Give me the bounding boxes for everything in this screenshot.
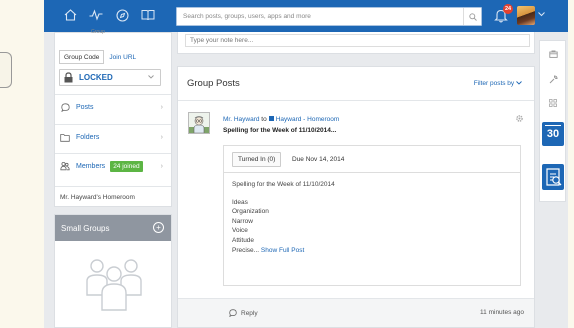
lock-status-dropdown[interactable]: LOCKED	[59, 69, 161, 86]
post-body-title: Spelling for the Week of 11/10/2014	[232, 181, 335, 188]
left-gutter	[0, 0, 44, 328]
lock-icon	[64, 72, 73, 83]
gear-icon[interactable]	[515, 114, 525, 124]
post-body: Spelling for the Week of 11/10/2014 Idea…	[223, 173, 521, 286]
book-icon[interactable]	[140, 7, 156, 23]
top-navigation-bar: Search posts, groups, users, apps and mo…	[44, 0, 568, 32]
group-posts-panel: Group Posts Filter posts by Mr. Hayward …	[177, 66, 535, 328]
chevron-right-icon: ›	[160, 162, 163, 170]
members-joined-badge: 24 joined	[110, 160, 143, 172]
filter-posts-dropdown[interactable]: Filter posts by	[474, 80, 522, 87]
group-sidebar: Group Group Code Join URL LOCKED Posts ›…	[54, 29, 172, 207]
spelling-word: Organization	[232, 208, 269, 216]
post-group-link[interactable]: Hayward - Homeroom	[276, 116, 340, 123]
chevron-down-icon[interactable]	[538, 12, 546, 18]
folder-icon	[60, 132, 70, 142]
quiz-search-icon[interactable]	[542, 164, 564, 190]
sidebar-item-label: Folders	[76, 133, 100, 141]
apps-grid-icon[interactable]	[548, 98, 558, 108]
activity-icon[interactable]	[88, 7, 104, 23]
group-label: Group	[91, 29, 105, 35]
chevron-right-icon: ›	[160, 133, 163, 141]
due-date: Due Nov 14, 2014	[292, 156, 345, 163]
small-groups-header: Small Groups +	[55, 215, 171, 241]
speech-bubble-icon	[60, 102, 70, 112]
home-icon[interactable]	[62, 7, 78, 23]
search-icon	[468, 12, 477, 21]
reply-button[interactable]: Reply	[229, 309, 258, 317]
group-tabs: Group Code Join URL	[59, 50, 142, 64]
wrench-icon[interactable]	[548, 74, 558, 84]
filter-posts-label: Filter posts by	[473, 80, 515, 87]
speech-bubble-icon	[229, 309, 237, 317]
lock-status-label: LOCKED	[79, 73, 113, 82]
sidebar-item-folders[interactable]: Folders ›	[55, 124, 171, 149]
post-headline: Spelling for the Week of 11/10/2014...	[223, 127, 337, 134]
sidebar-item-members[interactable]: Members 24 joined ›	[55, 153, 171, 178]
notification-count-badge: 24	[503, 4, 513, 14]
tab-join-url[interactable]: Join URL	[104, 50, 142, 64]
show-full-post-link[interactable]: Show Full Post	[261, 247, 304, 254]
tab-group-code[interactable]: Group Code	[59, 50, 105, 64]
sidebar-item-posts[interactable]: Posts ›	[55, 94, 171, 119]
right-gutter	[568, 0, 574, 328]
note-composer: Type your note here...	[177, 32, 535, 54]
group-posts-header: Group Posts Filter posts by	[178, 67, 534, 101]
group-color-square	[268, 116, 274, 121]
post-author-link[interactable]: Mr. Hayward	[223, 116, 259, 123]
tools-column: 30	[539, 40, 566, 202]
spelling-word: Attitude	[232, 236, 255, 244]
reply-label: Reply	[241, 309, 258, 317]
user-avatar[interactable]	[517, 6, 535, 25]
drawer-handle[interactable]	[0, 52, 12, 88]
group-name[interactable]: Mr. Hayward's Homeroom	[55, 186, 171, 207]
spelling-word-last: Precise... Show Full Post	[232, 246, 520, 256]
people-group-icon	[86, 259, 142, 311]
calendar-day: 30	[546, 128, 560, 140]
spelling-word: Voice	[232, 227, 248, 235]
sidebar-item-label: Posts	[76, 103, 94, 111]
assignment-box: Turned In (0) Due Nov 14, 2014	[223, 145, 521, 173]
sidebar-item-label: Members	[76, 162, 106, 170]
add-small-group-icon[interactable]: +	[153, 222, 164, 233]
backpack-icon[interactable]	[548, 49, 558, 59]
note-input[interactable]: Type your note here...	[185, 34, 530, 47]
chevron-down-icon	[148, 74, 160, 81]
small-groups-title: Small Groups	[61, 223, 110, 233]
turned-in-button[interactable]: Turned In (0)	[232, 152, 282, 167]
spelling-word: Ideas	[232, 198, 248, 206]
search-input[interactable]: Search posts, groups, users, apps and mo…	[176, 7, 482, 26]
members-icon	[60, 161, 70, 171]
post-author-line: Mr. Hayward to Hayward - Homeroom	[223, 116, 339, 123]
author-avatar[interactable]	[188, 112, 210, 134]
post-footer: Reply 11 minutes ago	[178, 298, 534, 327]
group-posts-title: Group Posts	[187, 78, 240, 89]
post-timestamp: 11 minutes ago	[480, 309, 524, 316]
small-groups-panel: Small Groups +	[54, 214, 172, 328]
calendar-icon[interactable]: 30	[542, 122, 564, 146]
spelling-word: Precise...	[232, 246, 260, 254]
search-placeholder: Search posts, groups, users, apps and mo…	[183, 13, 311, 20]
search-button[interactable]	[463, 8, 481, 25]
chevron-right-icon: ›	[160, 103, 163, 111]
spelling-word: Narrow	[232, 217, 253, 225]
chevron-down-icon	[516, 81, 522, 85]
compass-icon[interactable]	[114, 7, 130, 23]
post-to-word: to	[261, 116, 267, 123]
